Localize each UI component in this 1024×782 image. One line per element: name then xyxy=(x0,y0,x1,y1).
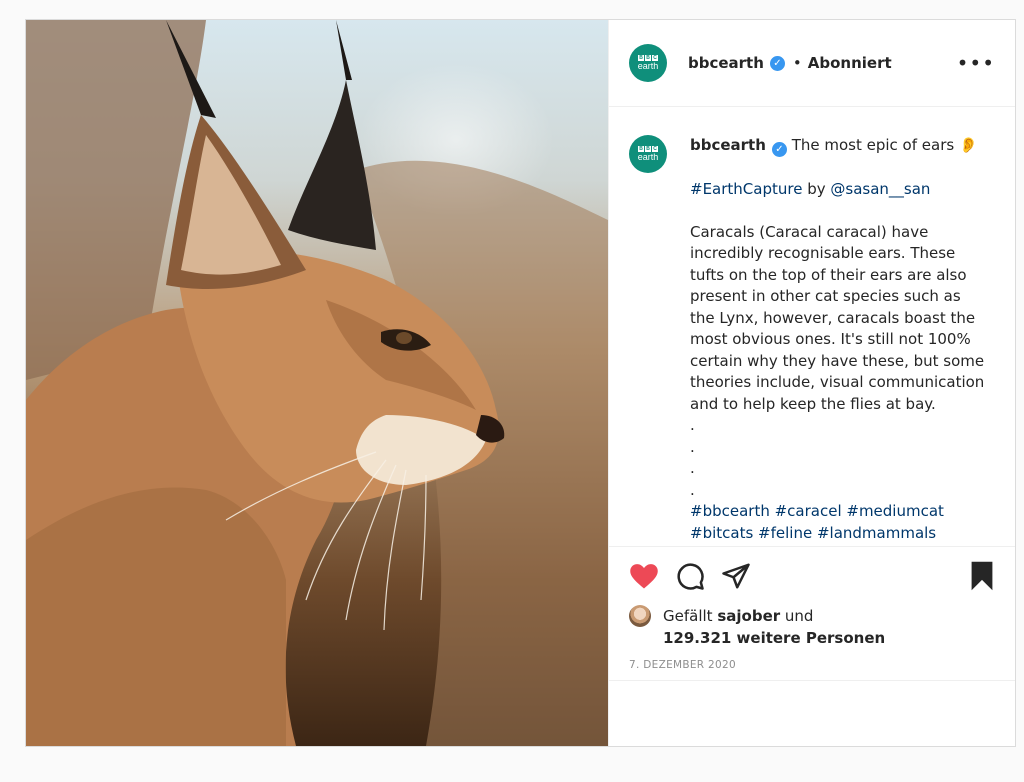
separator-dot: • xyxy=(792,54,802,72)
earth-logo-text: earth xyxy=(637,152,659,162)
liker-username[interactable]: sajober xyxy=(717,607,780,625)
liker-avatar[interactable] xyxy=(629,605,651,627)
caption-author-avatar[interactable]: B B C earth xyxy=(629,135,667,173)
earth-logo-text: earth xyxy=(637,61,659,71)
post-sidebar: B B C earth bbcearth ✓ • Abonniert ••• B… xyxy=(608,20,1015,746)
caracal-illustration xyxy=(26,20,608,746)
post-date[interactable]: 7. Dezember 2020 xyxy=(609,659,1015,671)
likes-count[interactable]: 129.321 weitere Personen xyxy=(663,629,885,647)
caption-by-text: by xyxy=(807,179,826,198)
post-photo-caracal[interactable] xyxy=(26,20,608,746)
caption-headline: The most epic of ears 👂 xyxy=(791,136,978,154)
bookmark-filled-icon[interactable] xyxy=(969,560,995,592)
mention-link[interactable]: @sasan__san xyxy=(830,180,930,198)
heart-filled-icon[interactable] xyxy=(629,562,659,590)
caption-text: bbcearth ✓ The most epic of ears 👂 #Earth… xyxy=(690,135,990,543)
caption-paragraph: Caracals (Caracal caracal) have incredib… xyxy=(690,222,985,413)
caption-dot: . xyxy=(690,480,695,499)
hashtag-link[interactable]: #EarthCapture xyxy=(690,180,802,198)
more-options-icon[interactable]: ••• xyxy=(957,51,995,75)
likes-summary: Gefällt sajober und 129.321 weitere Pers… xyxy=(609,605,1015,649)
post-caption: B B C earth bbcearth ✓ The most epic of e… xyxy=(629,135,995,543)
post-actions-area: Gefällt sajober und 129.321 weitere Pers… xyxy=(609,546,1015,671)
likes-joiner: und xyxy=(784,607,814,625)
verified-badge-icon: ✓ xyxy=(769,55,785,71)
caption-dot: . xyxy=(690,416,695,434)
follow-status-button[interactable]: Abonniert xyxy=(808,54,892,72)
likes-prefix: Gefällt xyxy=(663,607,713,625)
share-icon[interactable] xyxy=(721,561,751,591)
action-bar xyxy=(609,547,1015,605)
caption-dot: . xyxy=(690,437,695,456)
verified-badge-icon: ✓ xyxy=(771,142,787,157)
post-header: B B C earth bbcearth ✓ • Abonniert ••• xyxy=(609,20,1015,107)
caption-username[interactable]: bbcearth xyxy=(690,136,766,154)
comment-icon[interactable] xyxy=(675,561,705,591)
divider xyxy=(609,680,1015,681)
instagram-post: B B C earth bbcearth ✓ • Abonniert ••• B… xyxy=(25,19,1016,747)
caption-dot: . xyxy=(690,459,695,477)
author-username[interactable]: bbcearth xyxy=(688,54,764,72)
hashtags-line[interactable]: #bbcearth #caracel #mediumcat xyxy=(690,501,990,523)
hashtags-line[interactable]: #bitcats #feline #landmammals xyxy=(690,523,990,545)
author-avatar[interactable]: B B C earth xyxy=(629,44,667,82)
